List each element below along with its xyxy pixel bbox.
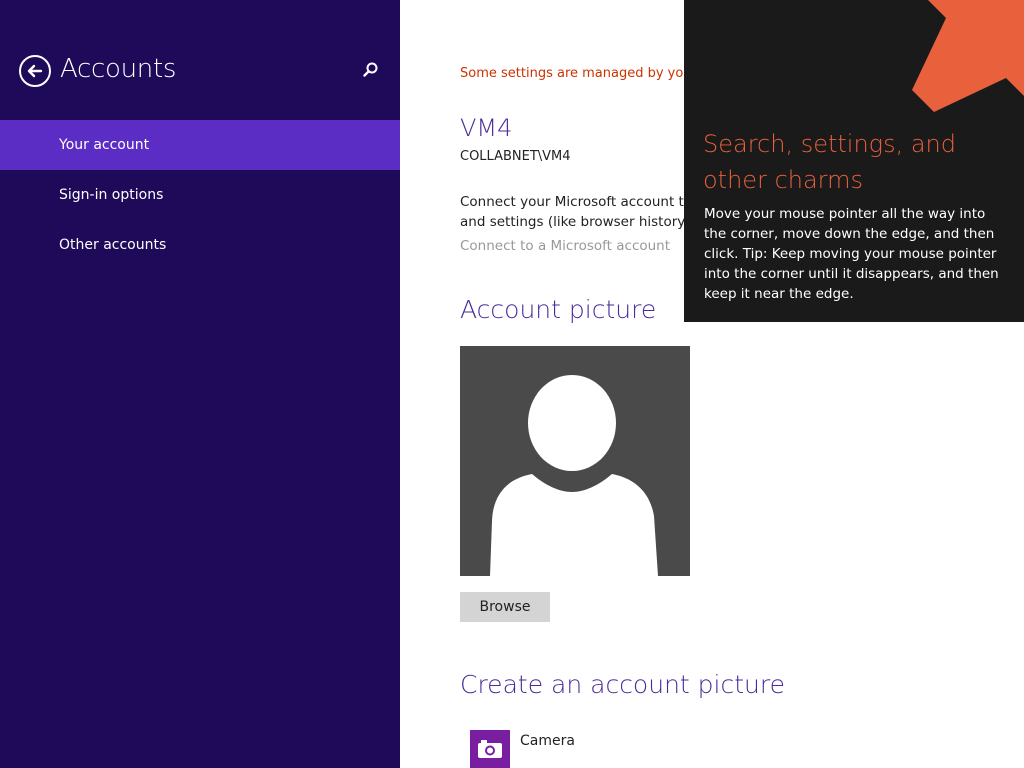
search-icon[interactable] <box>361 60 381 80</box>
user-silhouette-icon <box>490 375 658 576</box>
camera-tile[interactable] <box>470 730 510 768</box>
account-picture-heading: Account picture <box>460 295 657 324</box>
connect-microsoft-account-link[interactable]: Connect to a Microsoft account <box>460 238 670 254</box>
tip-title-line2: other charms <box>703 166 864 194</box>
create-account-picture-heading: Create an account picture <box>460 670 785 699</box>
back-arrow-icon <box>27 64 43 78</box>
diagonal-arrow-icon <box>912 0 1024 112</box>
browse-button[interactable]: Browse <box>460 592 550 622</box>
pane-title: Accounts <box>60 54 177 84</box>
camera-icon <box>478 740 502 758</box>
tip-title: Search, settings, and other charms <box>703 126 1003 198</box>
connect-description-line1: Connect your Microsoft account to <box>460 194 693 210</box>
connect-description-line2: and settings (like browser history ar <box>460 214 700 230</box>
sidebar-item-your-account[interactable]: Your account <box>0 120 400 170</box>
account-picture <box>460 346 690 576</box>
camera-label[interactable]: Camera <box>520 733 575 749</box>
connect-description: Connect your Microsoft account to and se… <box>460 192 700 232</box>
sidebar-item-label: Other accounts <box>59 237 167 253</box>
sidebar-item-other-accounts[interactable]: Other accounts <box>0 220 400 270</box>
account-domain: COLLABNET\VM4 <box>460 149 571 164</box>
accounts-sidebar: Accounts Your account Sign-in options Ot… <box>0 0 400 768</box>
back-button[interactable] <box>19 55 51 87</box>
sidebar-item-label: Sign-in options <box>59 187 164 203</box>
charms-tip-overlay: Search, settings, and other charms Move … <box>684 0 1024 322</box>
account-name: VM4 <box>460 114 513 142</box>
managed-settings-message: Some settings are managed by yo <box>460 66 684 81</box>
sidebar-item-sign-in-options[interactable]: Sign-in options <box>0 170 400 220</box>
tip-title-line1: Search, settings, and <box>703 130 956 158</box>
tip-body: Move your mouse pointer all the way into… <box>704 206 999 302</box>
sidebar-item-label: Your account <box>59 137 150 153</box>
